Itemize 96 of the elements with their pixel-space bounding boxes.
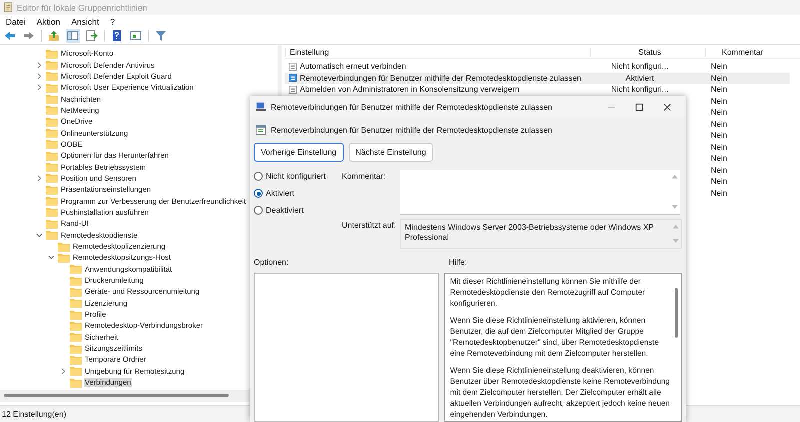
menu-item[interactable]: ? [110,16,116,26]
folder-icon [46,71,58,82]
supported-label: Unterstützt auf: [342,220,398,232]
folder-icon [70,320,82,331]
radio-button[interactable] [254,206,263,215]
scroll-down-icon[interactable] [672,205,678,210]
radio-button[interactable] [254,172,263,181]
setting-heading: Remoteverbindungen für Benutzer mithilfe der Remotedesktopdienste zulassen [271,126,552,134]
table-row[interactable]: Automatisch erneut verbinden Nicht konfiguri... Nein [285,61,790,72]
help-label: Hilfe: [449,258,468,269]
back-arrow-icon[interactable] [3,29,17,43]
folder-icon [46,207,58,218]
folder-icon [46,162,58,172]
status-text: Aktiviert [626,74,654,83]
folder-icon [46,139,58,150]
folder-icon [58,252,70,263]
supported-value: Mindestens Windows Server 2003-Betriebssysteme oder Windows XP Professional [404,222,655,244]
comment-text: Nein [711,166,728,175]
comment-text: Nein [711,74,728,83]
folder-icon [46,48,58,59]
folder-icon [70,264,82,274]
scrollbar-thumb[interactable] [4,394,229,397]
column-header[interactable]: Status [590,48,705,56]
chevron-down-icon[interactable] [48,254,55,262]
properties-pane-icon[interactable] [129,29,143,43]
setting-icon [289,74,297,82]
folder-icon [70,286,82,297]
setting-name: Abmelden von Administratoren in Konsolensitzung verweigern [300,85,520,94]
dialog-title: Remoteverbindungen für Benutzer mithilfe der Remotedesktopdienste zulassen [271,102,554,112]
scroll-up-icon[interactable] [672,174,678,179]
setting-name: Automatisch erneut verbinden [300,62,406,72]
policy-setting-icon [256,125,266,135]
folder-icon [46,116,58,127]
radio-label[interactable]: Deaktiviert [266,206,304,215]
folder-icon [46,82,58,93]
menu-item[interactable]: Datei [6,16,26,26]
window-title: Editor für lokale Gruppenrichtlinien [17,2,148,12]
radio-label[interactable]: Aktiviert [266,189,294,198]
computer-icon [256,102,266,112]
folder-icon [46,128,58,138]
status-text: Nicht konfiguri... [611,85,669,94]
help-book-icon[interactable] [110,29,124,43]
notepad-icon [4,2,13,13]
folder-icon [46,173,58,184]
folder-icon [46,230,58,240]
folder-icon [70,354,82,365]
close-icon[interactable] [663,102,672,112]
folder-icon [46,94,58,104]
folder-icon [70,298,82,308]
chevron-right-icon[interactable] [36,72,43,80]
options-label: Optionen: [254,258,290,269]
folder-icon [46,196,58,206]
table-row[interactable]: Abmelden von Administratoren in Konsolensitzung verweigern Nicht konfiguri... Nein [285,84,790,96]
setting-icon [289,62,297,71]
nav-button[interactable]: Nächste Einstellung [348,143,434,162]
nav-button[interactable]: Vorherige Einstellung [254,143,344,162]
radio-button[interactable] [254,189,263,198]
tree-pane-icon[interactable] [66,29,80,43]
comment-text: Nein [711,120,728,129]
comment-text: Nein [711,96,728,106]
chevron-right-icon[interactable] [36,62,43,69]
folder-icon [46,105,58,116]
chevron-right-icon[interactable] [36,174,43,182]
chevron-down-icon[interactable] [36,232,43,239]
folder-icon [70,366,82,376]
setting-name: Remoteverbindungen für Benutzer mithilfe der Remotedesktopdienste zulassen [300,74,582,83]
chevron-right-icon[interactable] [36,84,43,92]
folder-up-icon[interactable] [47,29,61,43]
maximize-icon[interactable] [635,102,644,112]
folder-icon [46,150,58,161]
menu-item[interactable]: Ansicht [71,16,100,26]
chevron-right-icon[interactable] [60,368,67,375]
menu-item[interactable]: Aktion [36,16,60,26]
folder-icon [70,332,82,342]
folder-icon [70,276,82,286]
forward-arrow-icon[interactable] [22,29,36,43]
comment-label: Kommentar: [342,171,387,183]
folder-icon [70,310,82,320]
folder-icon [70,344,82,354]
comment-text: Nein [711,85,728,94]
status-text: 12 Einstellung(en) [2,410,66,418]
comment-text: Nein [711,62,728,72]
status-text: Nicht konfiguri... [611,62,669,72]
folder-icon [46,184,58,195]
column-header[interactable]: Kommentar [705,48,800,56]
table-row[interactable]: Remoteverbindungen für Benutzer mithilfe der Remotedesktopdienste zulassen Aktiviert Nein [285,72,790,84]
setting-icon [289,86,297,94]
column-header[interactable]: Einstellung [285,48,590,56]
radio-label[interactable]: Nicht konfiguriert [266,172,326,181]
scrollbar-thumb[interactable] [675,288,678,338]
comment-field[interactable] [400,170,680,215]
folder-icon [46,60,58,70]
folder-icon [70,378,82,388]
export-list-icon[interactable] [85,29,99,43]
folder-icon [46,218,58,229]
folder-icon [58,242,70,252]
